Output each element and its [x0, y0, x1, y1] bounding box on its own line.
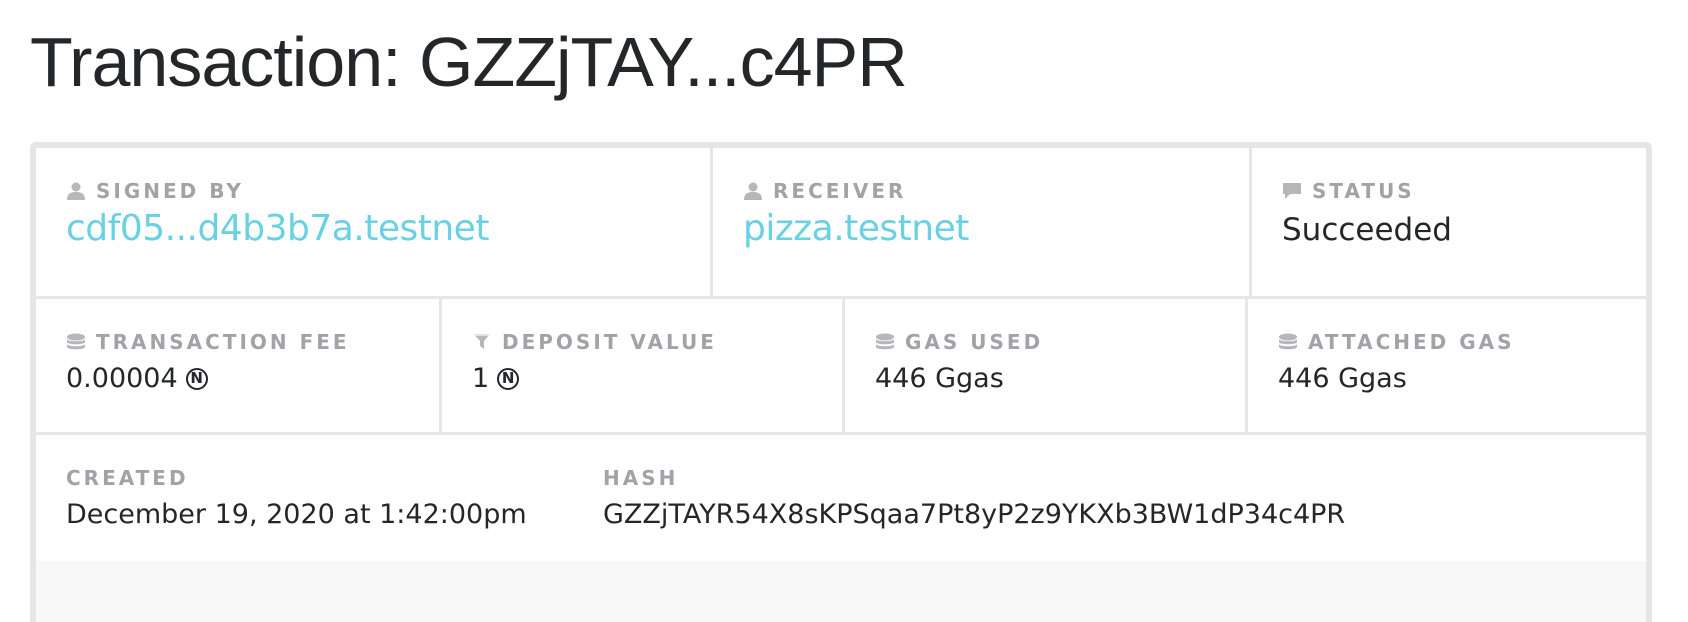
details-row-amounts: TRANSACTION FEE 0.00004 N DEPOSIT VALUE …	[36, 299, 1646, 435]
status-value: Succeeded	[1282, 212, 1452, 248]
created-label: CREATED	[66, 466, 189, 490]
attached-gas-cell: ATTACHED GAS 446 Ggas	[1245, 299, 1646, 432]
attached-gas-label-row: ATTACHED GAS	[1278, 329, 1646, 355]
created-value: December 19, 2020 at 1:42:00pm	[66, 499, 527, 530]
deposit-value-label-row: DEPOSIT VALUE	[472, 329, 842, 355]
receiver-label: RECEIVER	[773, 179, 907, 203]
hash-value[interactable]: GZZjTAYR54X8sKPSqaa7Pt8yP2z9YKXb3BW1dP34…	[603, 499, 1646, 530]
deposit-value-value-row: 1 N	[472, 363, 842, 394]
details-row-parties: SIGNED BY cdf05...d4b3b7a.testnet RECEIV…	[36, 148, 1646, 299]
user-icon	[66, 181, 86, 201]
transaction-details-card: SIGNED BY cdf05...d4b3b7a.testnet RECEIV…	[30, 142, 1652, 622]
signed-by-label: SIGNED BY	[96, 179, 244, 203]
gas-used-label: GAS USED	[905, 330, 1044, 354]
receiver-label-row: RECEIVER	[743, 178, 1249, 204]
details-row-meta: CREATED December 19, 2020 at 1:42:00pm H…	[36, 435, 1646, 561]
deposit-value-value: 1	[472, 363, 490, 394]
created-cell: CREATED December 19, 2020 at 1:42:00pm	[36, 435, 573, 561]
status-label-row: STATUS	[1282, 178, 1646, 204]
near-token-icon: N	[497, 367, 520, 390]
attached-gas-value: 446 Ggas	[1278, 363, 1407, 394]
coins-icon	[1278, 332, 1298, 352]
transaction-fee-label: TRANSACTION FEE	[96, 330, 350, 354]
transaction-fee-cell: TRANSACTION FEE 0.00004 N	[36, 299, 439, 432]
page-title: Transaction: GZZjTAY...c4PR	[30, 23, 908, 101]
status-label: STATUS	[1312, 179, 1415, 203]
gas-used-value: 446 Ggas	[875, 363, 1004, 394]
transaction-fee-label-row: TRANSACTION FEE	[66, 329, 439, 355]
comment-icon	[1282, 181, 1302, 201]
gas-used-label-row: GAS USED	[875, 329, 1245, 355]
user-icon	[743, 181, 763, 201]
signed-by-label-row: SIGNED BY	[66, 178, 710, 204]
hash-cell: HASH GZZjTAYR54X8sKPSqaa7Pt8yP2z9YKXb3BW…	[573, 435, 1646, 561]
status-cell: STATUS Succeeded	[1249, 148, 1646, 296]
gas-used-cell: GAS USED 446 Ggas	[842, 299, 1245, 432]
coins-icon	[875, 332, 895, 352]
deposit-value-cell: DEPOSIT VALUE 1 N	[439, 299, 842, 432]
signed-by-account-link[interactable]: cdf05...d4b3b7a.testnet	[66, 208, 710, 249]
transaction-fee-value-row: 0.00004 N	[66, 363, 439, 394]
receiver-cell: RECEIVER pizza.testnet	[710, 148, 1249, 296]
deposit-value-label: DEPOSIT VALUE	[502, 330, 717, 354]
attached-gas-label: ATTACHED GAS	[1308, 330, 1515, 354]
signed-by-cell: SIGNED BY cdf05...d4b3b7a.testnet	[36, 148, 710, 296]
transaction-fee-value: 0.00004	[66, 363, 178, 394]
card-footer-strip	[36, 561, 1646, 622]
filter-icon	[472, 332, 492, 352]
coins-icon	[66, 332, 86, 352]
hash-label: HASH	[603, 466, 679, 490]
near-token-icon: N	[185, 367, 208, 390]
receiver-account-link[interactable]: pizza.testnet	[743, 208, 1249, 249]
